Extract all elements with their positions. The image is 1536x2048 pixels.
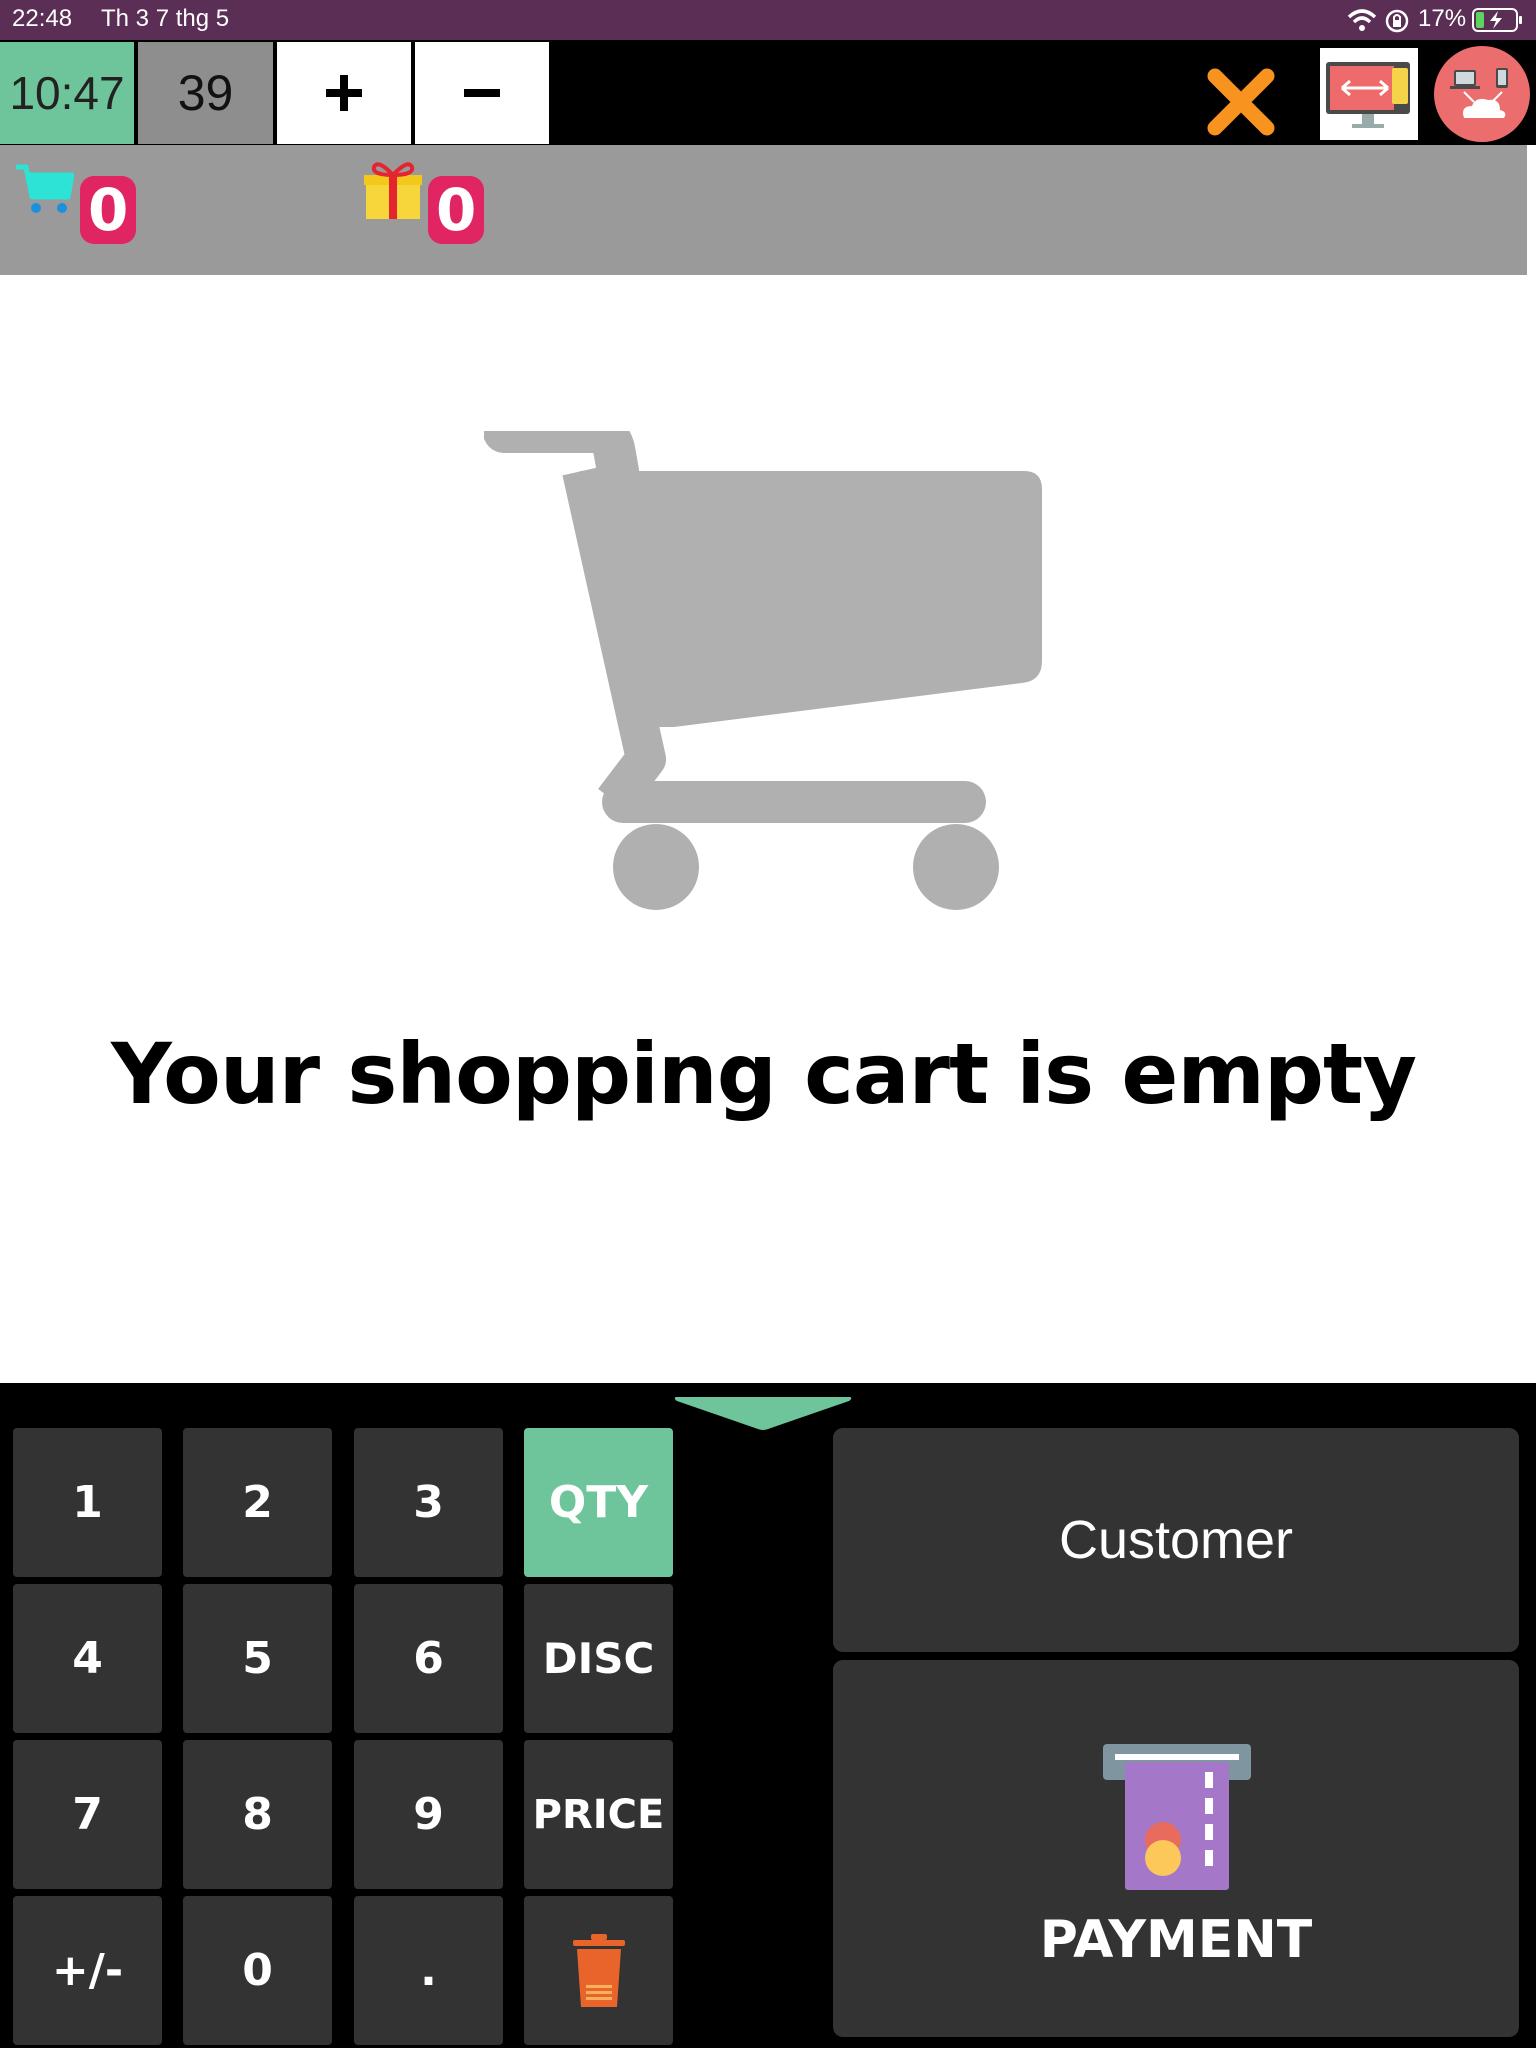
cloud-devices-icon [1450,68,1508,118]
key-plus-minus[interactable]: +/- [13,1896,162,2045]
close-button[interactable] [1205,66,1277,138]
key-3[interactable]: 3 [354,1428,503,1577]
rotation-lock-icon [1384,8,1410,41]
empty-cart-message: Your shopping cart is empty [111,1025,1417,1123]
wifi-icon [1347,8,1377,39]
top-toolbar: 10:47 39 [0,40,1536,145]
battery-charging-icon [1472,8,1524,39]
plus-button[interactable] [277,42,411,144]
delete-button[interactable] [524,1896,673,2045]
card-terminal-icon [1103,1744,1251,1890]
order-number[interactable]: 39 [138,42,273,144]
status-bar: 22:48 Th 3 7 thg 5 17% [0,0,1536,40]
key-8[interactable]: 8 [183,1740,332,1889]
screen-sync-button[interactable] [1320,48,1418,140]
cart-area: Your shopping cart is empty [0,275,1527,1383]
payment-button[interactable]: PAYMENT [833,1660,1519,2037]
minus-icon [464,89,500,97]
payment-label: PAYMENT [1039,1910,1313,1970]
price-button[interactable]: PRICE [524,1740,673,1889]
key-1[interactable]: 1 [13,1428,162,1577]
plus-icon [326,75,362,111]
key-0[interactable]: 0 [183,1896,332,2045]
collapse-arrow-icon[interactable] [672,1395,854,1431]
key-2[interactable]: 2 [183,1428,332,1577]
cart-counter-bar: 0 0 [0,145,1527,275]
minus-button[interactable] [415,42,549,144]
battery-percent: 17% [1418,5,1467,32]
status-date: Th 3 7 thg 5 [101,5,230,32]
cart-icon[interactable] [14,163,75,220]
trash-icon [572,1933,625,2007]
close-icon [1207,68,1275,136]
gift-icon[interactable] [362,157,424,226]
disc-button[interactable]: DISC [524,1584,673,1733]
keypad-panel: 1 2 3 QTY 4 5 6 DISC 7 8 9 PRICE +/- 0 .… [0,1383,1536,2048]
key-4[interactable]: 4 [13,1584,162,1733]
cloud-devices-button[interactable] [1434,46,1530,142]
key-9[interactable]: 9 [354,1740,503,1889]
scroll-gutter [1527,145,1536,1383]
screen-sync-icon [1326,62,1410,128]
customer-button[interactable]: Customer [833,1428,1519,1652]
clock-display[interactable]: 10:47 [0,42,134,144]
gift-count-badge: 0 [428,176,485,244]
key-7[interactable]: 7 [13,1740,162,1889]
cart-count-badge: 0 [80,176,137,244]
key-6[interactable]: 6 [354,1584,503,1733]
key-5[interactable]: 5 [183,1584,332,1733]
empty-cart-icon [484,431,1042,910]
qty-button[interactable]: QTY [524,1428,673,1577]
key-decimal[interactable]: . [354,1896,503,2045]
status-time: 22:48 [12,5,73,32]
